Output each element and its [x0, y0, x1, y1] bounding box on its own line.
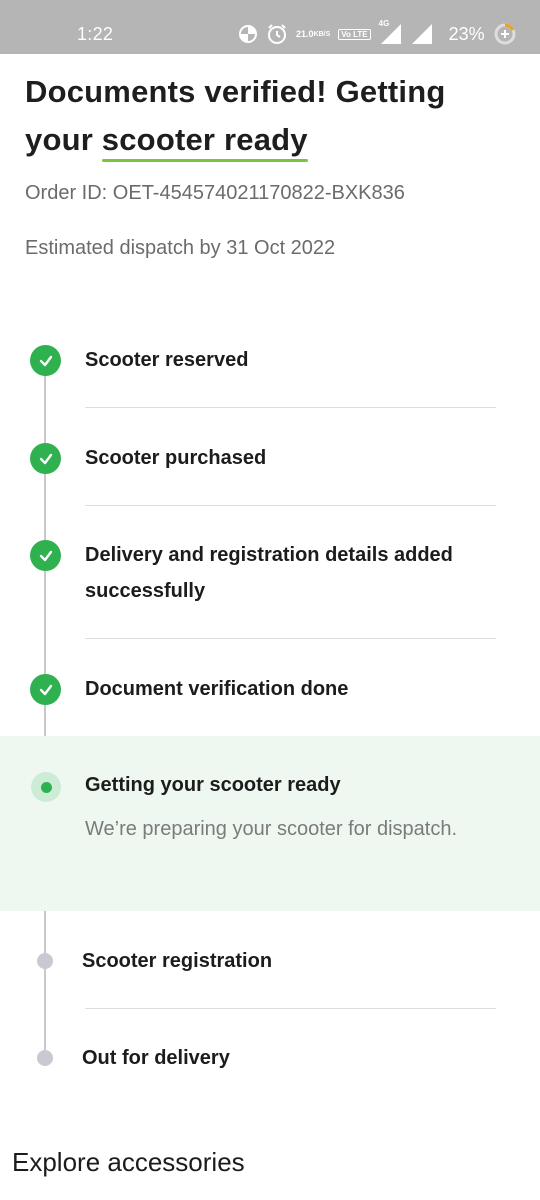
status-icons: 21.0 KB/S Vo LTE 4G 23%	[238, 19, 517, 48]
order-id: Order ID: OET-454574021170822-BXK836	[25, 182, 405, 204]
battery-percent: 23%	[448, 23, 485, 44]
check-icon	[30, 345, 61, 376]
check-icon	[30, 674, 61, 705]
step-divider	[85, 1008, 496, 1009]
pending-step-dot-icon	[37, 1050, 53, 1066]
title-highlight: scooter ready	[101, 116, 308, 164]
page-title: Documents verified! Getting your scooter…	[25, 68, 515, 164]
step-label: Scooter registration	[82, 950, 273, 972]
data-saver-icon	[238, 24, 258, 44]
explore-accessories-heading: Explore accessories	[12, 1147, 245, 1177]
signal-4g-icon: 4G	[379, 19, 403, 45]
pending-step-dot-icon	[37, 953, 53, 969]
step-label: Document verification done	[85, 678, 349, 700]
speed-value: 21.0	[296, 28, 314, 39]
volte-icon: Vo LTE	[338, 28, 371, 40]
battery-icon	[493, 22, 517, 46]
timeline-step-active: Getting your scooter ready We’re prepari…	[0, 736, 540, 911]
step-label: Delivery and registration details added …	[85, 544, 453, 602]
title-line-2-prefix: your	[25, 122, 102, 157]
network-speed: 21.0 KB/S	[296, 28, 331, 39]
step-description: We’re preparing your scooter for dispatc…	[85, 818, 458, 840]
check-icon	[30, 443, 61, 474]
step-label: Scooter reserved	[85, 349, 249, 371]
alarm-icon	[266, 23, 288, 45]
step-label: Getting your scooter ready	[85, 774, 341, 796]
speed-unit: KB/S	[313, 30, 331, 38]
title-line-1: Documents verified! Getting	[25, 74, 446, 109]
estimated-dispatch: Estimated dispatch by 31 Oct 2022	[25, 237, 336, 259]
step-divider	[85, 505, 496, 506]
network-type: 4G	[378, 19, 390, 28]
status-bar: 1:22 21.0 KB/S Vo LTE 4G 23%	[0, 0, 540, 54]
step-divider	[85, 638, 496, 639]
order-status-header: Documents verified! Getting your scooter…	[25, 68, 515, 164]
check-icon	[30, 540, 61, 571]
step-label: Scooter purchased	[85, 447, 267, 469]
step-divider	[85, 407, 496, 408]
signal-icon	[411, 23, 433, 45]
active-step-indicator-icon	[31, 772, 61, 802]
step-label: Out for delivery	[82, 1047, 230, 1069]
status-time: 1:22	[77, 24, 114, 44]
